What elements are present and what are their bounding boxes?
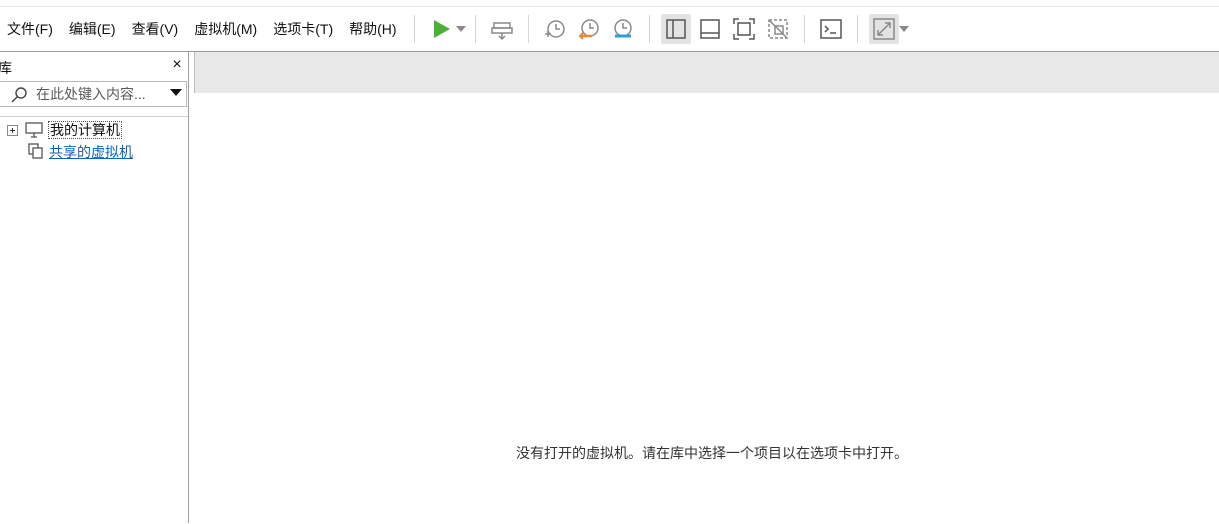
console-view-button[interactable] [816,14,846,44]
menu-edit[interactable]: 编辑(E) [61,19,124,39]
shared-vm-icon [28,143,44,161]
power-dropdown-button[interactable] [455,14,466,44]
menu-vm[interactable]: 虚拟机(M) [186,19,265,39]
revert-snapshot-button[interactable] [574,14,604,44]
library-search-box [0,81,187,107]
tree-item-label: 我的计算机 [48,121,122,139]
tree-item-shared-vms[interactable]: 共享的虚拟机 [28,142,133,162]
menu-file[interactable]: 文件(F) [0,19,61,39]
shared-vms-link[interactable]: 共享的虚拟机 [49,142,133,162]
unity-icon [767,19,788,39]
chevron-down-icon [898,26,909,32]
console-view-icon [819,19,842,39]
show-library-button[interactable] [660,14,691,44]
empty-workspace-message: 没有打开的虚拟机。请在库中选择一个项目以在选项卡中打开。 [516,445,908,461]
library-tree: 我的计算机 共享的虚拟机 [0,116,188,524]
toolbar-separator [474,15,476,43]
menu-toolbar-bar: 文件(F) 编辑(E) 查看(V) 虚拟机(M) 选项卡(T) 帮助(H) [0,7,1219,51]
stretch-dropdown-button[interactable] [898,14,909,44]
search-dropdown-icon[interactable] [170,89,182,97]
toolbar-separator [413,15,415,43]
snapshot-revert-icon [578,19,599,40]
chevron-down-icon [455,26,466,32]
snapshot-take-icon [544,20,565,38]
close-library-button[interactable]: × [169,56,185,74]
library-search-input[interactable] [36,84,160,104]
menu-view[interactable]: 查看(V) [124,19,187,39]
library-title: 库 [0,60,12,76]
library-panel: 库 × 我的计算机 [0,52,189,523]
menu-help[interactable]: 帮助(H) [341,19,404,39]
unity-button[interactable] [763,14,793,44]
tree-item-my-computer[interactable]: 我的计算机 [7,120,122,140]
toolbar-separator [803,15,805,43]
send-keys-icon [490,22,513,41]
thumbnail-bar-button[interactable] [695,14,725,44]
expand-icon[interactable] [7,124,18,136]
snapshot-manager-icon [613,19,632,38]
power-on-button[interactable] [426,14,456,44]
full-screen-icon [732,18,755,40]
toolbar-separator [527,15,529,43]
thumbnail-bar-icon [699,19,720,39]
monitor-icon [25,122,43,138]
search-icon [11,87,27,103]
tab-strip [194,52,1219,93]
menu-tabs[interactable]: 选项卡(T) [265,19,341,39]
full-screen-button[interactable] [729,14,759,44]
send-ctrl-alt-del-button[interactable] [487,14,517,44]
toolbar-separator [856,15,858,43]
toolbar-separator [648,15,650,43]
snapshot-manager-button[interactable] [608,14,638,44]
stretch-guest-button[interactable] [868,14,899,44]
main-workspace: 没有打开的虚拟机。请在库中选择一个项目以在选项卡中打开。 [194,52,1219,523]
library-header: 库 × [0,52,188,80]
take-snapshot-button[interactable] [540,14,570,44]
stretch-guest-icon [872,18,895,40]
show-library-icon [665,19,686,39]
play-icon [433,20,450,38]
